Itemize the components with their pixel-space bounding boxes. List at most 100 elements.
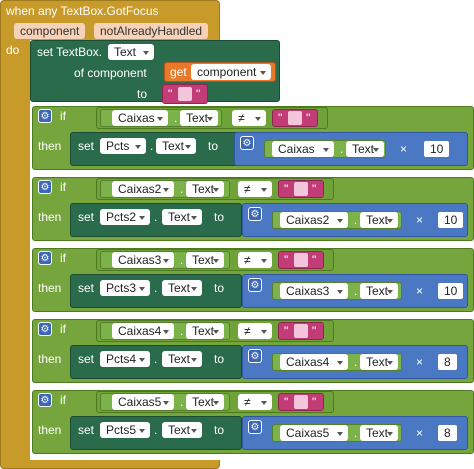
gear-icon[interactable]: ⚙ bbox=[38, 251, 52, 265]
set-component-dropdown[interactable]: Pcts5 bbox=[100, 422, 150, 438]
then-label: then bbox=[38, 210, 62, 224]
if-label: if bbox=[60, 109, 66, 123]
then-label: then bbox=[38, 352, 62, 366]
textbox-property-dropdown[interactable]: Text bbox=[108, 44, 154, 60]
to-label: to bbox=[214, 210, 225, 224]
math-property-dropdown[interactable]: Text bbox=[360, 354, 398, 370]
set-textbox-label: set TextBox. bbox=[37, 45, 103, 59]
gear-icon[interactable]: ⚙ bbox=[38, 109, 52, 123]
number-field[interactable]: 10 bbox=[438, 283, 464, 299]
set-component-dropdown[interactable]: Pcts3 bbox=[100, 280, 150, 296]
set-property-dropdown[interactable]: Text bbox=[162, 280, 202, 296]
set-component-dropdown[interactable]: Pcts4 bbox=[100, 351, 150, 367]
quote-close: " bbox=[312, 253, 317, 267]
math-property-dropdown[interactable]: Text bbox=[360, 212, 398, 228]
dot-separator: . bbox=[180, 253, 184, 267]
text-value-field[interactable] bbox=[178, 87, 192, 101]
compare-operator-dropdown[interactable]: ≠ bbox=[238, 181, 272, 197]
param-component[interactable]: component bbox=[14, 23, 86, 39]
quote-close: " bbox=[312, 395, 317, 409]
then-label: then bbox=[38, 139, 62, 153]
compare-operator-dropdown[interactable]: ≠ bbox=[238, 323, 272, 339]
do-label: do bbox=[6, 43, 20, 57]
compare-property-dropdown[interactable]: Text bbox=[180, 110, 218, 126]
set-property-dropdown[interactable]: Text bbox=[162, 422, 202, 438]
gear-icon[interactable]: ⚙ bbox=[248, 278, 262, 292]
text-value-field[interactable] bbox=[294, 324, 308, 338]
if-label: if bbox=[60, 393, 66, 407]
compare-property-dropdown[interactable]: Text bbox=[186, 394, 224, 410]
get-var-dropdown[interactable]: component bbox=[191, 64, 271, 80]
compare-operator-dropdown[interactable]: ≠ bbox=[238, 394, 272, 410]
compare-component-dropdown[interactable]: Caixas3 bbox=[112, 252, 174, 268]
gear-icon[interactable]: ⚙ bbox=[248, 349, 262, 363]
quote-close: " bbox=[196, 87, 201, 101]
dot-separator: . bbox=[354, 426, 358, 440]
to-label: to bbox=[214, 352, 225, 366]
compare-property-dropdown[interactable]: Text bbox=[186, 181, 224, 197]
gear-icon[interactable]: ⚙ bbox=[38, 180, 52, 194]
dot-separator: . bbox=[174, 111, 178, 125]
dot-separator: . bbox=[180, 324, 184, 338]
gear-icon[interactable]: ⚙ bbox=[248, 207, 262, 221]
dot-separator: . bbox=[150, 139, 154, 153]
text-value-field[interactable] bbox=[294, 395, 308, 409]
number-field[interactable]: 10 bbox=[424, 141, 450, 157]
text-value-field[interactable] bbox=[294, 253, 308, 267]
compare-operator-dropdown[interactable]: ≠ bbox=[238, 252, 272, 268]
set-label: set bbox=[78, 281, 95, 295]
math-property-dropdown[interactable]: Text bbox=[360, 283, 398, 299]
dot-separator: . bbox=[354, 284, 358, 298]
to-label: to bbox=[214, 423, 225, 437]
param-not-already-handled[interactable]: notAlreadyHandled bbox=[94, 23, 209, 39]
quote-open: " bbox=[278, 111, 283, 125]
math-component-dropdown[interactable]: Caixas2 bbox=[280, 212, 348, 228]
set-property-dropdown[interactable]: Text bbox=[156, 138, 196, 154]
multiply-operator: × bbox=[400, 142, 408, 156]
compare-component-dropdown[interactable]: Caixas5 bbox=[112, 394, 174, 410]
quote-open: " bbox=[284, 182, 289, 196]
dot-separator: . bbox=[354, 355, 358, 369]
math-property-dropdown[interactable]: Text bbox=[346, 141, 384, 157]
math-component-dropdown[interactable]: Caixas3 bbox=[280, 283, 348, 299]
quote-close: " bbox=[312, 324, 317, 338]
set-label: set bbox=[78, 139, 95, 153]
then-label: then bbox=[38, 281, 62, 295]
gear-icon[interactable]: ⚙ bbox=[38, 322, 52, 336]
get-label: get bbox=[170, 65, 187, 79]
math-component-dropdown[interactable]: Caixas5 bbox=[280, 425, 348, 441]
dot-separator: . bbox=[154, 352, 158, 366]
set-label: set bbox=[78, 423, 95, 437]
dot-separator: . bbox=[180, 182, 184, 196]
quote-open: " bbox=[284, 395, 289, 409]
if-label: if bbox=[60, 251, 66, 265]
text-value-field[interactable] bbox=[294, 182, 308, 196]
math-component-dropdown[interactable]: Caixas4 bbox=[280, 354, 348, 370]
compare-component-dropdown[interactable]: Caixas4 bbox=[112, 323, 174, 339]
compare-property-dropdown[interactable]: Text bbox=[186, 323, 224, 339]
number-field[interactable]: 8 bbox=[438, 425, 457, 441]
number-field[interactable]: 10 bbox=[438, 212, 464, 228]
dot-separator: . bbox=[154, 423, 158, 437]
compare-property-dropdown[interactable]: Text bbox=[186, 252, 224, 268]
dot-separator: . bbox=[340, 142, 344, 156]
quote-open: " bbox=[284, 253, 289, 267]
multiply-operator: × bbox=[416, 426, 424, 440]
set-component-dropdown[interactable]: Pcts bbox=[100, 138, 146, 154]
gear-icon[interactable]: ⚙ bbox=[248, 420, 262, 434]
math-component-dropdown[interactable]: Caixas bbox=[272, 141, 334, 157]
gear-icon[interactable]: ⚙ bbox=[240, 136, 254, 150]
quote-open: " bbox=[168, 87, 173, 101]
compare-operator-dropdown[interactable]: ≠ bbox=[232, 110, 266, 126]
math-property-dropdown[interactable]: Text bbox=[360, 425, 398, 441]
set-label: set bbox=[78, 352, 95, 366]
set-property-dropdown[interactable]: Text bbox=[162, 209, 202, 225]
set-property-dropdown[interactable]: Text bbox=[162, 351, 202, 367]
gear-icon[interactable]: ⚙ bbox=[38, 393, 52, 407]
compare-component-dropdown[interactable]: Caixas2 bbox=[112, 181, 174, 197]
number-field[interactable]: 8 bbox=[438, 354, 457, 370]
text-value-field[interactable] bbox=[288, 111, 302, 125]
set-component-dropdown[interactable]: Pcts2 bbox=[100, 209, 150, 225]
compare-component-dropdown[interactable]: Caixas bbox=[112, 110, 168, 126]
multiply-operator: × bbox=[416, 213, 424, 227]
